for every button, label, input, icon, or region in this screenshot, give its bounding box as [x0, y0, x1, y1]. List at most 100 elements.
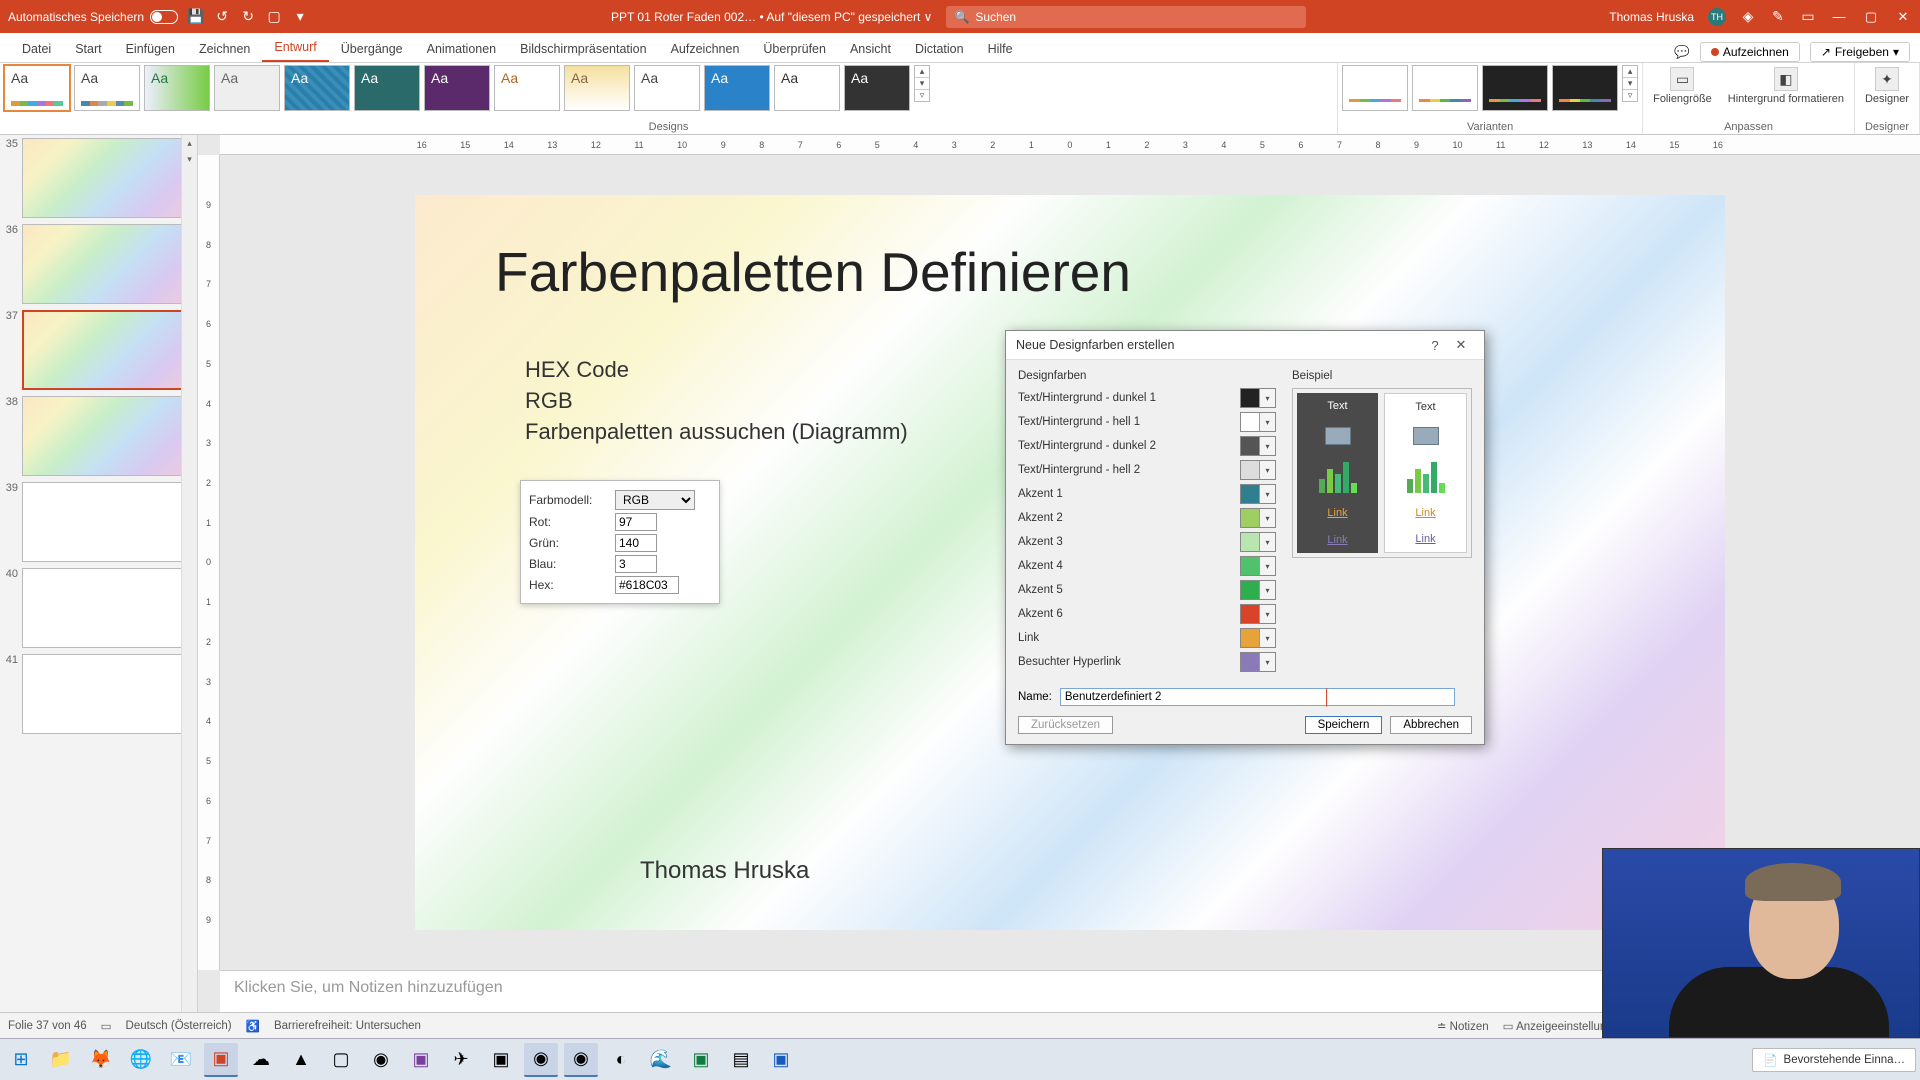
theme-thumb[interactable]: Aa [564, 65, 630, 111]
outlook-icon[interactable]: 📧 [164, 1043, 198, 1077]
cancel-button[interactable]: Abbrechen [1390, 716, 1472, 734]
from-beginning-icon[interactable]: ▢ [266, 9, 282, 25]
app-icon[interactable]: ▤ [724, 1043, 758, 1077]
color-dropdown[interactable]: ▾ [1240, 508, 1276, 528]
tab-entwurf[interactable]: Entwurf [262, 34, 328, 62]
color-dropdown[interactable]: ▾ [1240, 604, 1276, 624]
chevron-down-icon[interactable]: ▾ [1259, 389, 1275, 407]
slide-thumb[interactable] [22, 568, 191, 648]
color-dropdown[interactable]: ▾ [1240, 484, 1276, 504]
variant-thumb[interactable] [1342, 65, 1408, 111]
chevron-down-icon[interactable]: ▾ [1259, 581, 1275, 599]
color-dropdown[interactable]: ▾ [1240, 436, 1276, 456]
tab-hilfe[interactable]: Hilfe [976, 36, 1025, 62]
chevron-down-icon[interactable]: ▾ [1259, 485, 1275, 503]
slide-thumb[interactable] [22, 482, 191, 562]
tab-zeichnen[interactable]: Zeichnen [187, 36, 262, 62]
slide-body[interactable]: HEX Code RGB Farbenpaletten aussuchen (D… [525, 355, 908, 447]
slide-thumbnail-panel[interactable]: 35 36 37 38 39 40 41 ▴▾ [0, 135, 198, 1012]
blau-input[interactable] [615, 555, 657, 573]
user-avatar[interactable]: TH [1708, 8, 1726, 26]
search-input[interactable] [975, 10, 1298, 24]
hex-input[interactable] [615, 576, 679, 594]
tab-datei[interactable]: Datei [10, 36, 63, 62]
tab-start[interactable]: Start [63, 36, 113, 62]
theme-thumb[interactable]: Aa [214, 65, 280, 111]
slide-thumb[interactable] [22, 138, 191, 218]
comments-icon[interactable]: 💬 [1674, 45, 1690, 60]
save-icon[interactable]: 💾 [188, 9, 204, 25]
user-name[interactable]: Thomas Hruska [1609, 10, 1694, 24]
diamond-icon[interactable]: ◈ [1740, 9, 1756, 25]
color-dropdown[interactable]: ▾ [1240, 556, 1276, 576]
name-input[interactable] [1060, 688, 1455, 706]
taskbar-news-pill[interactable]: 📄Bevorstehende Einna… [1752, 1048, 1916, 1072]
theme-thumb[interactable]: Aa [494, 65, 560, 111]
search-box[interactable]: 🔍 [946, 6, 1306, 28]
powerpoint-icon[interactable]: ▣ [204, 1043, 238, 1077]
chevron-down-icon[interactable]: ▾ [1259, 461, 1275, 479]
undo-icon[interactable]: ↺ [214, 9, 230, 25]
start-icon[interactable]: ⊞ [4, 1043, 38, 1077]
app-icon[interactable]: ◉ [564, 1043, 598, 1077]
theme-gallery-spinner[interactable]: ▴▾▿ [914, 65, 930, 102]
dialog-close-icon[interactable]: ✕ [1448, 337, 1474, 353]
maximize-icon[interactable]: ▢ [1862, 9, 1880, 25]
theme-thumb[interactable]: Aa [704, 65, 770, 111]
save-button[interactable]: Speichern [1305, 716, 1383, 734]
tab-bildschirm[interactable]: Bildschirmpräsentation [508, 36, 658, 62]
theme-thumb[interactable]: Aa [774, 65, 840, 111]
gruen-input[interactable] [615, 534, 657, 552]
color-dropdown[interactable]: ▾ [1240, 412, 1276, 432]
edge-icon[interactable]: 🌊 [644, 1043, 678, 1077]
status-access[interactable]: Barrierefreiheit: Untersuchen [274, 1020, 421, 1032]
chrome-icon[interactable]: 🌐 [124, 1043, 158, 1077]
excel-icon[interactable]: ▣ [684, 1043, 718, 1077]
color-dropdown[interactable]: ▾ [1240, 652, 1276, 672]
chevron-down-icon[interactable]: ▾ [1259, 437, 1275, 455]
word-icon[interactable]: ▣ [764, 1043, 798, 1077]
status-slide[interactable]: Folie 37 von 46 [8, 1020, 87, 1032]
color-dropdown[interactable]: ▾ [1240, 580, 1276, 600]
redo-icon[interactable]: ↻ [240, 9, 256, 25]
format-background-button[interactable]: ◧Hintergrund formatieren [1722, 65, 1850, 107]
chevron-down-icon[interactable]: ▾ [1259, 509, 1275, 527]
theme-thumb[interactable]: Aa [144, 65, 210, 111]
app-icon[interactable]: ▣ [484, 1043, 518, 1077]
pen-icon[interactable]: ✎ [1770, 9, 1786, 25]
slide-thumb[interactable] [22, 654, 191, 734]
minimize-icon[interactable]: — [1830, 9, 1848, 24]
document-title[interactable]: PPT 01 Roter Faden 002… • Auf "diesem PC… [611, 10, 933, 24]
tab-animationen[interactable]: Animationen [415, 36, 509, 62]
qat-more-icon[interactable]: ▾ [292, 9, 308, 25]
slide-title[interactable]: Farbenpaletten Definieren [495, 240, 1131, 304]
chevron-down-icon[interactable]: ▾ [1259, 605, 1275, 623]
theme-thumb[interactable]: Aa [424, 65, 490, 111]
tab-ansicht[interactable]: Ansicht [838, 36, 903, 62]
window-icon[interactable]: ▭ [1800, 9, 1816, 25]
tab-dictation[interactable]: Dictation [903, 36, 976, 62]
chevron-down-icon[interactable]: ▾ [1259, 557, 1275, 575]
chevron-down-icon[interactable]: ▾ [1259, 413, 1275, 431]
app-icon[interactable]: ◉ [364, 1043, 398, 1077]
record-button[interactable]: Aufzeichnen [1700, 42, 1800, 62]
reset-button[interactable]: Zurücksetzen [1018, 716, 1113, 734]
slide-thumb[interactable] [22, 396, 191, 476]
dialog-titlebar[interactable]: Neue Designfarben erstellen ? ✕ [1006, 331, 1484, 360]
variant-thumb[interactable] [1412, 65, 1478, 111]
chevron-down-icon[interactable]: ▾ [1259, 533, 1275, 551]
variant-thumb[interactable] [1552, 65, 1618, 111]
theme-thumb[interactable]: Aa [4, 65, 70, 111]
slide-size-button[interactable]: ▭Foliengröße [1647, 65, 1718, 107]
rot-input[interactable] [615, 513, 657, 531]
share-button[interactable]: ↗Freigeben ▾ [1810, 42, 1910, 62]
color-dropdown[interactable]: ▾ [1240, 628, 1276, 648]
variant-thumb[interactable] [1482, 65, 1548, 111]
tab-uebergaenge[interactable]: Übergänge [329, 36, 415, 62]
spellcheck-icon[interactable]: ▭ [101, 1019, 112, 1033]
theme-thumb[interactable]: Aa [284, 65, 350, 111]
explorer-icon[interactable]: 📁 [44, 1043, 78, 1077]
designer-button[interactable]: ✦Designer [1859, 65, 1915, 107]
autosave-toggle[interactable]: Automatisches Speichern [8, 10, 178, 24]
tab-einfuegen[interactable]: Einfügen [114, 36, 187, 62]
